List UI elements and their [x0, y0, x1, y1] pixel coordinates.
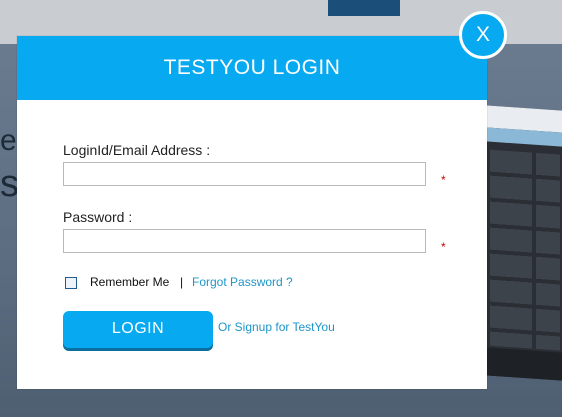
modal-title: TESTYOU LOGIN	[163, 56, 341, 79]
background-device-image	[484, 105, 562, 381]
link-separator: |	[180, 275, 184, 289]
signup-link[interactable]: Or Signup for TestYou	[218, 320, 335, 334]
login-id-label: LoginId/Email Address :	[63, 142, 211, 158]
login-modal: TESTYOU LOGIN LoginId/Email Address : * …	[17, 36, 487, 389]
required-marker: *	[441, 240, 446, 254]
background-header-button	[328, 0, 400, 16]
remember-me-label[interactable]: Remember Me	[90, 275, 169, 289]
forgot-password-link[interactable]: Forgot Password ?	[192, 275, 293, 289]
required-marker: *	[441, 173, 446, 187]
modal-header: TESTYOU LOGIN	[17, 36, 487, 100]
close-icon[interactable]: X	[459, 11, 507, 59]
login-id-input[interactable]	[63, 162, 426, 186]
password-input[interactable]	[63, 229, 426, 253]
login-button[interactable]: LOGIN	[63, 311, 213, 348]
password-label: Password :	[63, 209, 133, 225]
remember-me-checkbox[interactable]	[65, 277, 77, 289]
